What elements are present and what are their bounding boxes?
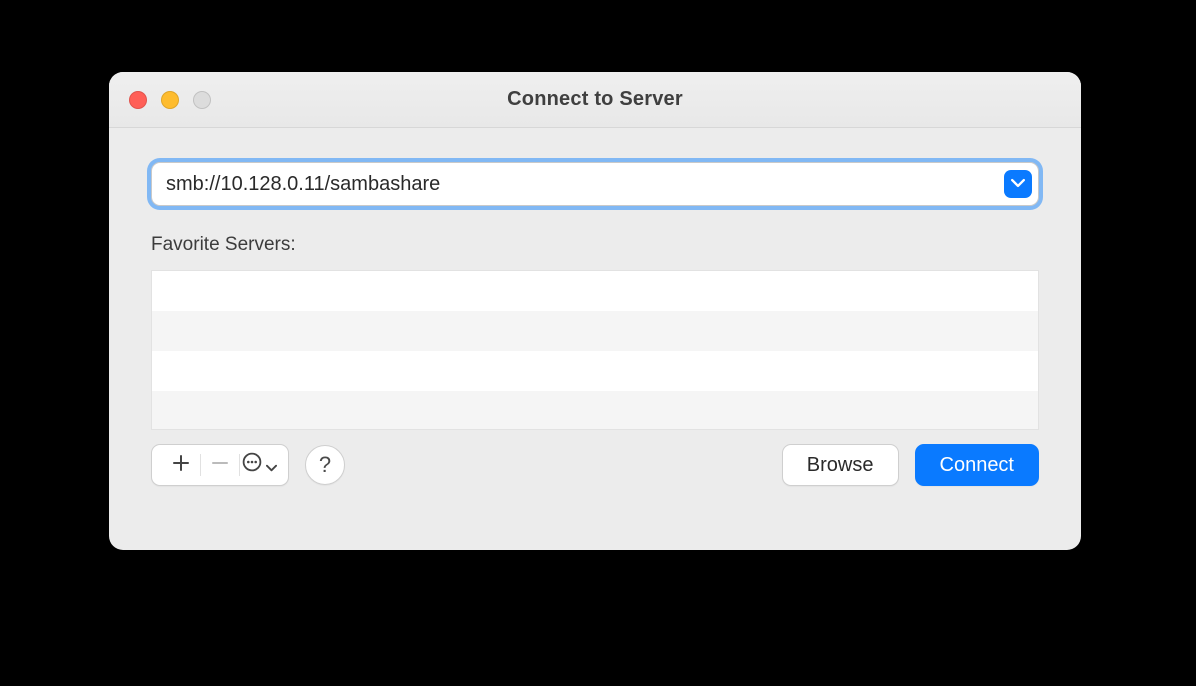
list-row (152, 311, 1038, 351)
favorite-servers-label: Favorite Servers: (151, 234, 1039, 256)
favorites-edit-group (151, 444, 289, 486)
help-button[interactable]: ? (305, 445, 345, 485)
server-address-combo[interactable] (151, 162, 1039, 206)
window-controls (129, 91, 211, 109)
separator (239, 454, 240, 476)
chevron-down-icon (1011, 176, 1025, 193)
connect-button[interactable]: Connect (915, 444, 1040, 486)
list-row (152, 351, 1038, 391)
ellipsis-circle-icon (242, 452, 262, 478)
more-actions-button[interactable] (242, 445, 276, 485)
plus-icon (172, 452, 190, 478)
server-address-input[interactable] (152, 163, 1004, 205)
browse-button[interactable]: Browse (782, 444, 899, 486)
list-row (152, 271, 1038, 311)
address-history-dropdown[interactable] (1004, 170, 1032, 198)
favorite-servers-list[interactable] (151, 270, 1039, 430)
list-row (152, 391, 1038, 430)
dialog-body: Favorite Servers: (109, 128, 1081, 550)
minimize-window-button[interactable] (161, 91, 179, 109)
titlebar: Connect to Server (109, 72, 1081, 128)
minus-icon (211, 452, 229, 478)
window-title: Connect to Server (507, 88, 683, 111)
separator (200, 454, 201, 476)
connect-to-server-window: Connect to Server Favorite Servers: (109, 72, 1081, 550)
footer-toolbar: ? Browse Connect (151, 444, 1039, 486)
close-window-button[interactable] (129, 91, 147, 109)
add-favorite-button[interactable] (164, 445, 198, 485)
chevron-down-icon (266, 452, 277, 478)
question-mark-icon: ? (319, 452, 331, 478)
zoom-window-button[interactable] (193, 91, 211, 109)
remove-favorite-button[interactable] (203, 445, 237, 485)
